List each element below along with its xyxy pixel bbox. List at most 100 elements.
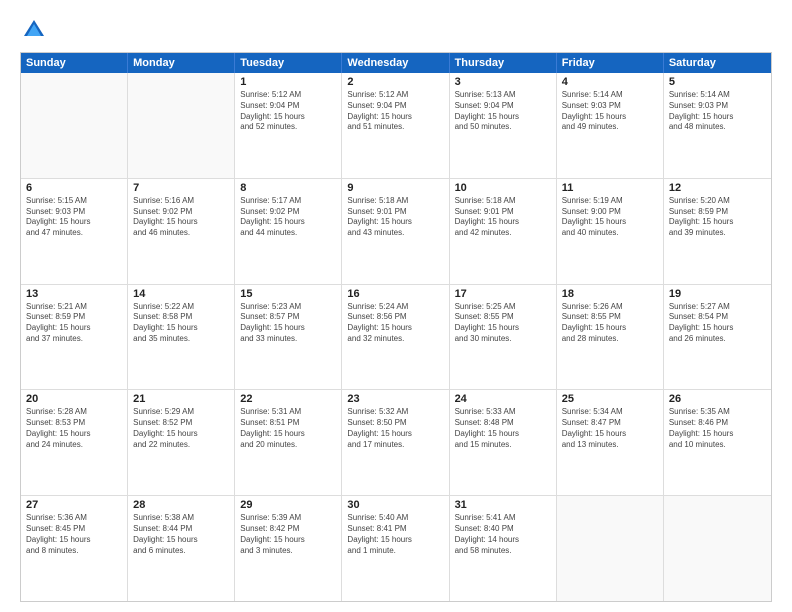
calendar-cell: 10 Sunrise: 5:18 AM Sunset: 9:01 PM Dayli…	[450, 179, 557, 284]
cell-day-number: 2	[347, 76, 443, 88]
calendar-cell: 13 Sunrise: 5:21 AM Sunset: 8:59 PM Dayli…	[21, 285, 128, 390]
cell-info-text: Sunrise: 5:19 AM Sunset: 9:00 PM Dayligh…	[562, 196, 658, 239]
calendar-cell: 23 Sunrise: 5:32 AM Sunset: 8:50 PM Dayli…	[342, 390, 449, 495]
header	[20, 16, 772, 44]
cell-info-text: Sunrise: 5:23 AM Sunset: 8:57 PM Dayligh…	[240, 302, 336, 345]
calendar-cell: 18Sunrise: 5:26 AM Sunset: 8:55 PM Dayli…	[557, 285, 664, 390]
cell-day-number: 20	[26, 393, 122, 405]
calendar-cell: 27Sunrise: 5:36 AM Sunset: 8:45 PM Dayli…	[21, 496, 128, 601]
cell-day-number: 16	[347, 288, 443, 300]
calendar-header-cell: Sunday	[21, 53, 128, 73]
cell-day-number: 15	[240, 288, 336, 300]
calendar-cell: 20 Sunrise: 5:28 AM Sunset: 8:53 PM Dayli…	[21, 390, 128, 495]
cell-day-number: 21	[133, 393, 229, 405]
cell-info-text: Sunrise: 5:24 AM Sunset: 8:56 PM Dayligh…	[347, 302, 443, 345]
cell-day-number: 26	[669, 393, 766, 405]
cell-day-number: 27	[26, 499, 122, 511]
cell-info-text: Sunrise: 5:18 AM Sunset: 9:01 PM Dayligh…	[455, 196, 551, 239]
cell-info-text: Sunrise: 5:35 AM Sunset: 8:46 PM Dayligh…	[669, 407, 766, 450]
calendar-header-cell: Monday	[128, 53, 235, 73]
cell-day-number: 12	[669, 182, 766, 194]
calendar: SundayMondayTuesdayWednesdayThursdayFrid…	[20, 52, 772, 602]
cell-info-text: Sunrise: 5:28 AM Sunset: 8:53 PM Dayligh…	[26, 407, 122, 450]
cell-info-text: Sunrise: 5:17 AM Sunset: 9:02 PM Dayligh…	[240, 196, 336, 239]
calendar-cell: 21 Sunrise: 5:29 AM Sunset: 8:52 PM Dayli…	[128, 390, 235, 495]
calendar-cell: 7 Sunrise: 5:16 AM Sunset: 9:02 PM Daylig…	[128, 179, 235, 284]
cell-info-text: Sunrise: 5:14 AM Sunset: 9:03 PM Dayligh…	[669, 90, 766, 133]
cell-day-number: 31	[455, 499, 551, 511]
calendar-cell: 9Sunrise: 5:18 AM Sunset: 9:01 PM Daylig…	[342, 179, 449, 284]
cell-day-number: 30	[347, 499, 443, 511]
calendar-cell: 26 Sunrise: 5:35 AM Sunset: 8:46 PM Dayli…	[664, 390, 771, 495]
calendar-cell: 1 Sunrise: 5:12 AM Sunset: 9:04 PM Daylig…	[235, 73, 342, 178]
cell-day-number: 13	[26, 288, 122, 300]
cell-day-number: 11	[562, 182, 658, 194]
cell-day-number: 22	[240, 393, 336, 405]
calendar-cell: 3 Sunrise: 5:13 AM Sunset: 9:04 PM Daylig…	[450, 73, 557, 178]
cell-info-text: Sunrise: 5:31 AM Sunset: 8:51 PM Dayligh…	[240, 407, 336, 450]
cell-day-number: 17	[455, 288, 551, 300]
cell-info-text: Sunrise: 5:21 AM Sunset: 8:59 PM Dayligh…	[26, 302, 122, 345]
cell-day-number: 8	[240, 182, 336, 194]
cell-info-text: Sunrise: 5:29 AM Sunset: 8:52 PM Dayligh…	[133, 407, 229, 450]
cell-info-text: Sunrise: 5:39 AM Sunset: 8:42 PM Dayligh…	[240, 513, 336, 556]
calendar-header-row: SundayMondayTuesdayWednesdayThursdayFrid…	[21, 53, 771, 73]
calendar-cell	[557, 496, 664, 601]
cell-day-number: 9	[347, 182, 443, 194]
cell-day-number: 29	[240, 499, 336, 511]
cell-info-text: Sunrise: 5:26 AM Sunset: 8:55 PM Dayligh…	[562, 302, 658, 345]
calendar-cell: 12Sunrise: 5:20 AM Sunset: 8:59 PM Dayli…	[664, 179, 771, 284]
calendar-row: 20 Sunrise: 5:28 AM Sunset: 8:53 PM Dayli…	[21, 390, 771, 496]
cell-info-text: Sunrise: 5:12 AM Sunset: 9:04 PM Dayligh…	[240, 90, 336, 133]
cell-info-text: Sunrise: 5:33 AM Sunset: 8:48 PM Dayligh…	[455, 407, 551, 450]
calendar-cell: 25 Sunrise: 5:34 AM Sunset: 8:47 PM Dayli…	[557, 390, 664, 495]
calendar-cell: 24 Sunrise: 5:33 AM Sunset: 8:48 PM Dayli…	[450, 390, 557, 495]
cell-info-text: Sunrise: 5:15 AM Sunset: 9:03 PM Dayligh…	[26, 196, 122, 239]
cell-day-number: 19	[669, 288, 766, 300]
calendar-header-cell: Friday	[557, 53, 664, 73]
cell-day-number: 23	[347, 393, 443, 405]
calendar-header-cell: Tuesday	[235, 53, 342, 73]
calendar-cell: 28 Sunrise: 5:38 AM Sunset: 8:44 PM Dayli…	[128, 496, 235, 601]
calendar-row: 27Sunrise: 5:36 AM Sunset: 8:45 PM Dayli…	[21, 496, 771, 601]
calendar-cell: 14 Sunrise: 5:22 AM Sunset: 8:58 PM Dayli…	[128, 285, 235, 390]
cell-day-number: 24	[455, 393, 551, 405]
calendar-cell: 17 Sunrise: 5:25 AM Sunset: 8:55 PM Dayli…	[450, 285, 557, 390]
calendar-cell: 31 Sunrise: 5:41 AM Sunset: 8:40 PM Dayli…	[450, 496, 557, 601]
calendar-cell	[21, 73, 128, 178]
calendar-header-cell: Wednesday	[342, 53, 449, 73]
cell-day-number: 6	[26, 182, 122, 194]
cell-info-text: Sunrise: 5:25 AM Sunset: 8:55 PM Dayligh…	[455, 302, 551, 345]
cell-day-number: 14	[133, 288, 229, 300]
cell-info-text: Sunrise: 5:38 AM Sunset: 8:44 PM Dayligh…	[133, 513, 229, 556]
cell-day-number: 25	[562, 393, 658, 405]
calendar-cell: 11 Sunrise: 5:19 AM Sunset: 9:00 PM Dayli…	[557, 179, 664, 284]
cell-info-text: Sunrise: 5:13 AM Sunset: 9:04 PM Dayligh…	[455, 90, 551, 133]
cell-day-number: 7	[133, 182, 229, 194]
calendar-cell: 6 Sunrise: 5:15 AM Sunset: 9:03 PM Daylig…	[21, 179, 128, 284]
cell-info-text: Sunrise: 5:16 AM Sunset: 9:02 PM Dayligh…	[133, 196, 229, 239]
page: SundayMondayTuesdayWednesdayThursdayFrid…	[0, 0, 792, 612]
cell-day-number: 10	[455, 182, 551, 194]
calendar-header-cell: Thursday	[450, 53, 557, 73]
cell-info-text: Sunrise: 5:34 AM Sunset: 8:47 PM Dayligh…	[562, 407, 658, 450]
calendar-cell: 16 Sunrise: 5:24 AM Sunset: 8:56 PM Dayli…	[342, 285, 449, 390]
cell-info-text: Sunrise: 5:22 AM Sunset: 8:58 PM Dayligh…	[133, 302, 229, 345]
calendar-cell: 8 Sunrise: 5:17 AM Sunset: 9:02 PM Daylig…	[235, 179, 342, 284]
calendar-cell: 30Sunrise: 5:40 AM Sunset: 8:41 PM Dayli…	[342, 496, 449, 601]
calendar-row: 13 Sunrise: 5:21 AM Sunset: 8:59 PM Dayli…	[21, 285, 771, 391]
calendar-cell	[128, 73, 235, 178]
calendar-cell	[664, 496, 771, 601]
calendar-cell: 29 Sunrise: 5:39 AM Sunset: 8:42 PM Dayli…	[235, 496, 342, 601]
cell-info-text: Sunrise: 5:27 AM Sunset: 8:54 PM Dayligh…	[669, 302, 766, 345]
cell-day-number: 1	[240, 76, 336, 88]
cell-info-text: Sunrise: 5:41 AM Sunset: 8:40 PM Dayligh…	[455, 513, 551, 556]
cell-info-text: Sunrise: 5:12 AM Sunset: 9:04 PM Dayligh…	[347, 90, 443, 133]
cell-day-number: 3	[455, 76, 551, 88]
calendar-body: 1 Sunrise: 5:12 AM Sunset: 9:04 PM Daylig…	[21, 73, 771, 601]
logo-icon	[20, 16, 48, 44]
cell-info-text: Sunrise: 5:32 AM Sunset: 8:50 PM Dayligh…	[347, 407, 443, 450]
calendar-row: 1 Sunrise: 5:12 AM Sunset: 9:04 PM Daylig…	[21, 73, 771, 179]
cell-info-text: Sunrise: 5:14 AM Sunset: 9:03 PM Dayligh…	[562, 90, 658, 133]
cell-day-number: 28	[133, 499, 229, 511]
